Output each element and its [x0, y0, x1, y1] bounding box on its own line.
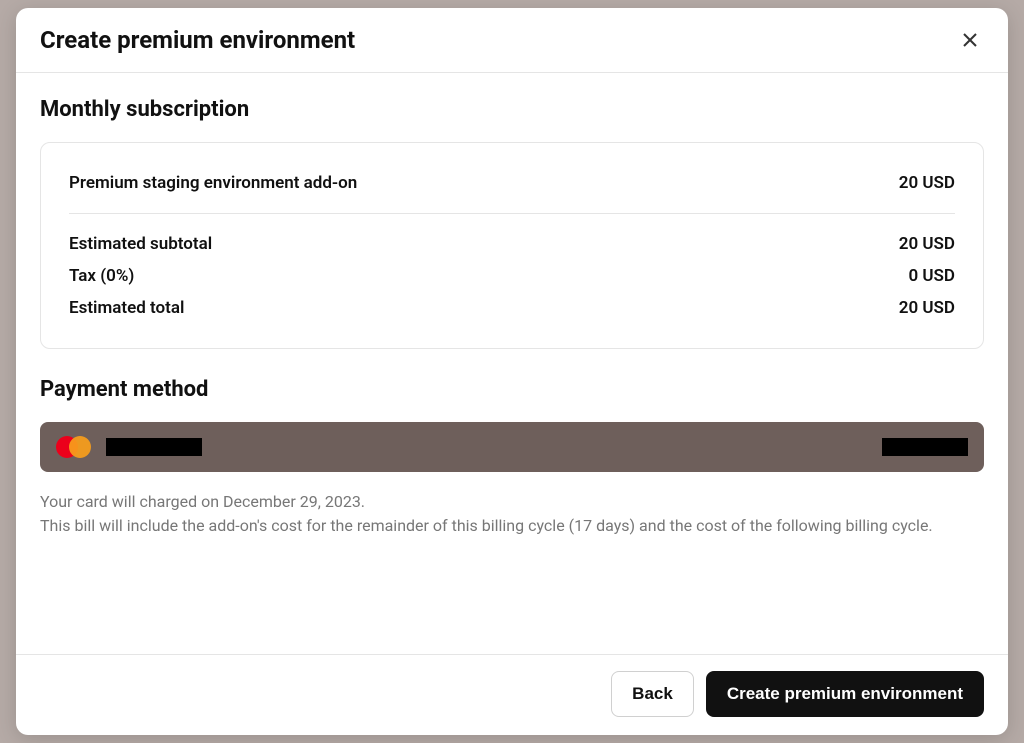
back-button[interactable]: Back	[611, 671, 694, 717]
background-page-hints	[2, 0, 16, 743]
billing-info-line1: Your card will charged on December 29, 2…	[40, 492, 365, 511]
close-icon	[962, 32, 978, 48]
payment-method-card[interactable]	[40, 422, 984, 472]
modal-title: Create premium environment	[40, 26, 355, 54]
tax-amount: 0 USD	[908, 266, 955, 286]
pricing-summary-box: Premium staging environment add-on 20 US…	[40, 142, 984, 349]
line-item-amount: 20 USD	[899, 173, 955, 193]
card-number-redacted	[106, 438, 202, 456]
line-total: Estimated total 20 USD	[69, 292, 955, 324]
total-label: Estimated total	[69, 298, 184, 318]
line-subtotal: Estimated subtotal 20 USD	[69, 228, 955, 260]
line-item-label: Premium staging environment add-on	[69, 173, 357, 193]
create-premium-environment-modal: Create premium environment Monthly subsc…	[16, 8, 1008, 735]
card-left	[56, 436, 202, 458]
modal-footer: Back Create premium environment	[16, 654, 1008, 735]
create-premium-environment-button[interactable]: Create premium environment	[706, 671, 984, 717]
pricing-divider	[69, 213, 955, 214]
subtotal-label: Estimated subtotal	[69, 234, 212, 254]
payment-heading: Payment method	[40, 377, 984, 402]
card-detail-redacted	[882, 438, 968, 456]
subtotal-amount: 20 USD	[899, 234, 955, 254]
tax-label: Tax (0%)	[69, 266, 134, 286]
modal-body: Monthly subscription Premium staging env…	[16, 73, 1008, 654]
line-item-addon: Premium staging environment add-on 20 US…	[69, 167, 955, 199]
close-button[interactable]	[956, 26, 984, 54]
mastercard-icon	[56, 436, 92, 458]
line-tax: Tax (0%) 0 USD	[69, 260, 955, 292]
total-amount: 20 USD	[899, 298, 955, 318]
billing-info-line2: This bill will include the add-on's cost…	[40, 516, 933, 535]
billing-info-text: Your card will charged on December 29, 2…	[40, 490, 984, 538]
subscription-heading: Monthly subscription	[40, 97, 984, 122]
modal-header: Create premium environment	[16, 8, 1008, 73]
